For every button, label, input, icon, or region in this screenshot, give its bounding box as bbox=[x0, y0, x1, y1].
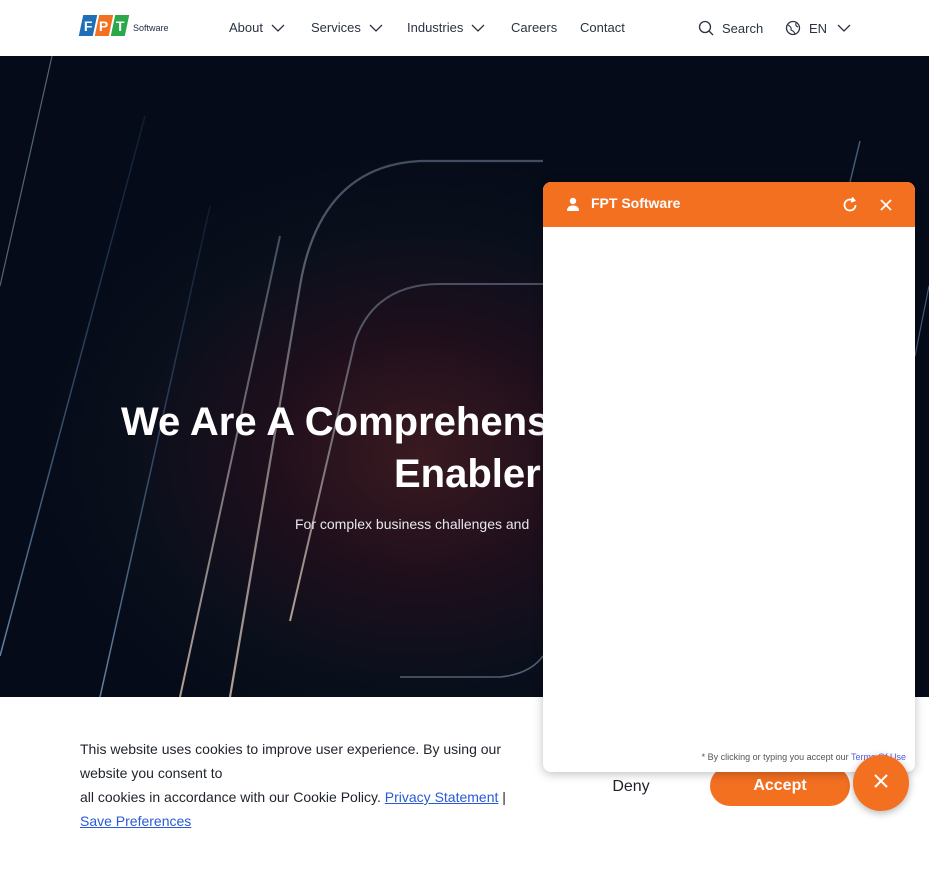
nav-item-label: Industries bbox=[407, 20, 464, 35]
cookie-message: This website uses cookies to improve use… bbox=[80, 737, 550, 833]
logo-letter-t: T bbox=[115, 17, 125, 34]
deny-button[interactable]: Deny bbox=[590, 769, 672, 805]
cookie-text-line2: all cookies in accordance with our Cooki… bbox=[80, 789, 381, 805]
search-button[interactable]: Search bbox=[698, 20, 763, 36]
nav-item-industries[interactable]: Industries bbox=[407, 20, 485, 35]
chevron-down-icon bbox=[271, 23, 285, 33]
save-preferences-link[interactable]: Save Preferences bbox=[80, 813, 191, 829]
privacy-statement-link[interactable]: Privacy Statement bbox=[385, 789, 499, 805]
chat-header: FPT Software bbox=[543, 182, 915, 227]
nav-item-services[interactable]: Services bbox=[311, 20, 383, 35]
cookie-text-line2-wrap: all cookies in accordance with our Cooki… bbox=[80, 785, 550, 809]
chat-widget: FPT Software * By clicking or typing you… bbox=[543, 182, 915, 772]
logo-suffix: Software bbox=[133, 23, 169, 33]
user-icon bbox=[565, 196, 581, 212]
chat-toggle-button[interactable] bbox=[853, 755, 909, 811]
link-separator: | bbox=[502, 789, 506, 805]
search-icon bbox=[698, 20, 714, 36]
chevron-down-icon bbox=[471, 23, 485, 33]
nav-item-label: Contact bbox=[580, 20, 625, 35]
nav-item-label: Careers bbox=[511, 20, 558, 35]
refresh-icon[interactable] bbox=[840, 195, 860, 215]
accept-button[interactable]: Accept bbox=[710, 766, 850, 806]
site-header: F P T Software About Services Industries… bbox=[0, 0, 929, 56]
logo-tile-t: T bbox=[110, 15, 130, 36]
globe-icon bbox=[785, 20, 801, 36]
language-label: EN bbox=[809, 20, 828, 36]
nav-item-label: About bbox=[229, 20, 263, 35]
fpt-software-logo[interactable]: F P T Software bbox=[78, 15, 169, 36]
chat-footer-text: * By clicking or typing you accept our bbox=[701, 752, 849, 762]
nav-item-contact[interactable]: Contact bbox=[580, 20, 625, 35]
language-selector[interactable]: EN bbox=[785, 20, 851, 36]
chevron-down-icon bbox=[837, 23, 851, 33]
close-icon bbox=[874, 774, 888, 788]
chevron-down-icon bbox=[369, 23, 383, 33]
nav-item-careers[interactable]: Careers bbox=[511, 20, 557, 35]
chat-title: FPT Software bbox=[591, 195, 681, 211]
logo-letter-f: F bbox=[83, 17, 93, 34]
close-icon[interactable] bbox=[876, 195, 896, 215]
search-label: Search bbox=[722, 20, 764, 36]
logo-letter-p: P bbox=[99, 17, 109, 34]
page: F P T Software About Services Industries… bbox=[0, 0, 929, 873]
nav-item-label: Services bbox=[311, 20, 361, 35]
nav-item-about[interactable]: About bbox=[229, 20, 285, 35]
logo-tiles: F P T bbox=[78, 15, 130, 36]
cookie-text-line1: This website uses cookies to improve use… bbox=[80, 741, 501, 781]
